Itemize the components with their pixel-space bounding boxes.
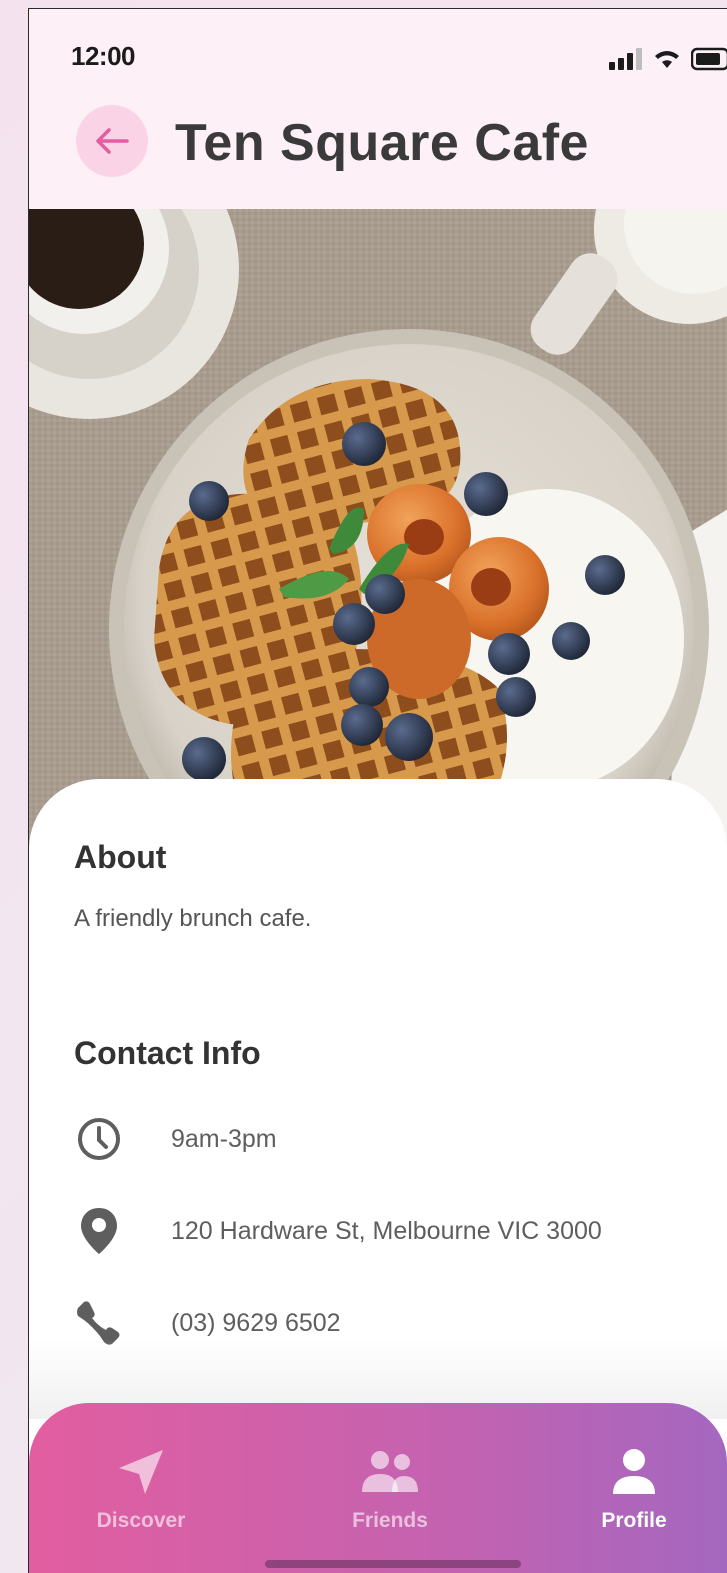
person-icon: [613, 1449, 655, 1494]
contact-heading: Contact Info: [74, 1035, 261, 1071]
contact-address: 120 Hardware St, Melbourne VIC 3000: [171, 1216, 602, 1245]
status-icons: [609, 45, 727, 73]
tab-profile-label: Profile: [601, 1509, 667, 1532]
people-icon: [362, 1451, 418, 1492]
contact-address-row[interactable]: 120 Hardware St, Melbourne VIC 3000: [69, 1206, 602, 1256]
tab-friends-label: Friends: [352, 1509, 428, 1532]
clock-icon: [78, 1118, 120, 1160]
status-time: 12:00: [71, 41, 136, 71]
tab-friends[interactable]: Friends: [310, 1445, 470, 1545]
contact-hours-row: 9am-3pm: [69, 1114, 277, 1164]
about-text: A friendly brunch cafe.: [74, 905, 312, 932]
navigation-arrow-icon: [119, 1450, 163, 1494]
location-pin-icon: [81, 1208, 117, 1254]
wifi-icon: [655, 51, 679, 68]
page-title: Ten Square Cafe: [175, 114, 589, 172]
tab-discover[interactable]: Discover: [61, 1445, 221, 1545]
back-button[interactable]: [76, 105, 148, 177]
phone-screen: 12:00 Ten Square Cafe About A friendly b…: [28, 8, 727, 1573]
about-heading: About: [74, 839, 167, 875]
contact-phone: (03) 9629 6502: [171, 1308, 341, 1337]
cafe-hero-image: [29, 209, 727, 859]
tab-profile[interactable]: Profile: [554, 1445, 714, 1545]
tab-discover-label: Discover: [96, 1509, 186, 1532]
signal-icon: [609, 48, 642, 70]
battery-icon: [691, 47, 727, 71]
arrow-left-icon: [96, 128, 129, 154]
contact-hours: 9am-3pm: [171, 1124, 277, 1153]
home-indicator[interactable]: [265, 1560, 521, 1568]
app-header: 12:00 Ten Square Cafe: [29, 9, 727, 209]
